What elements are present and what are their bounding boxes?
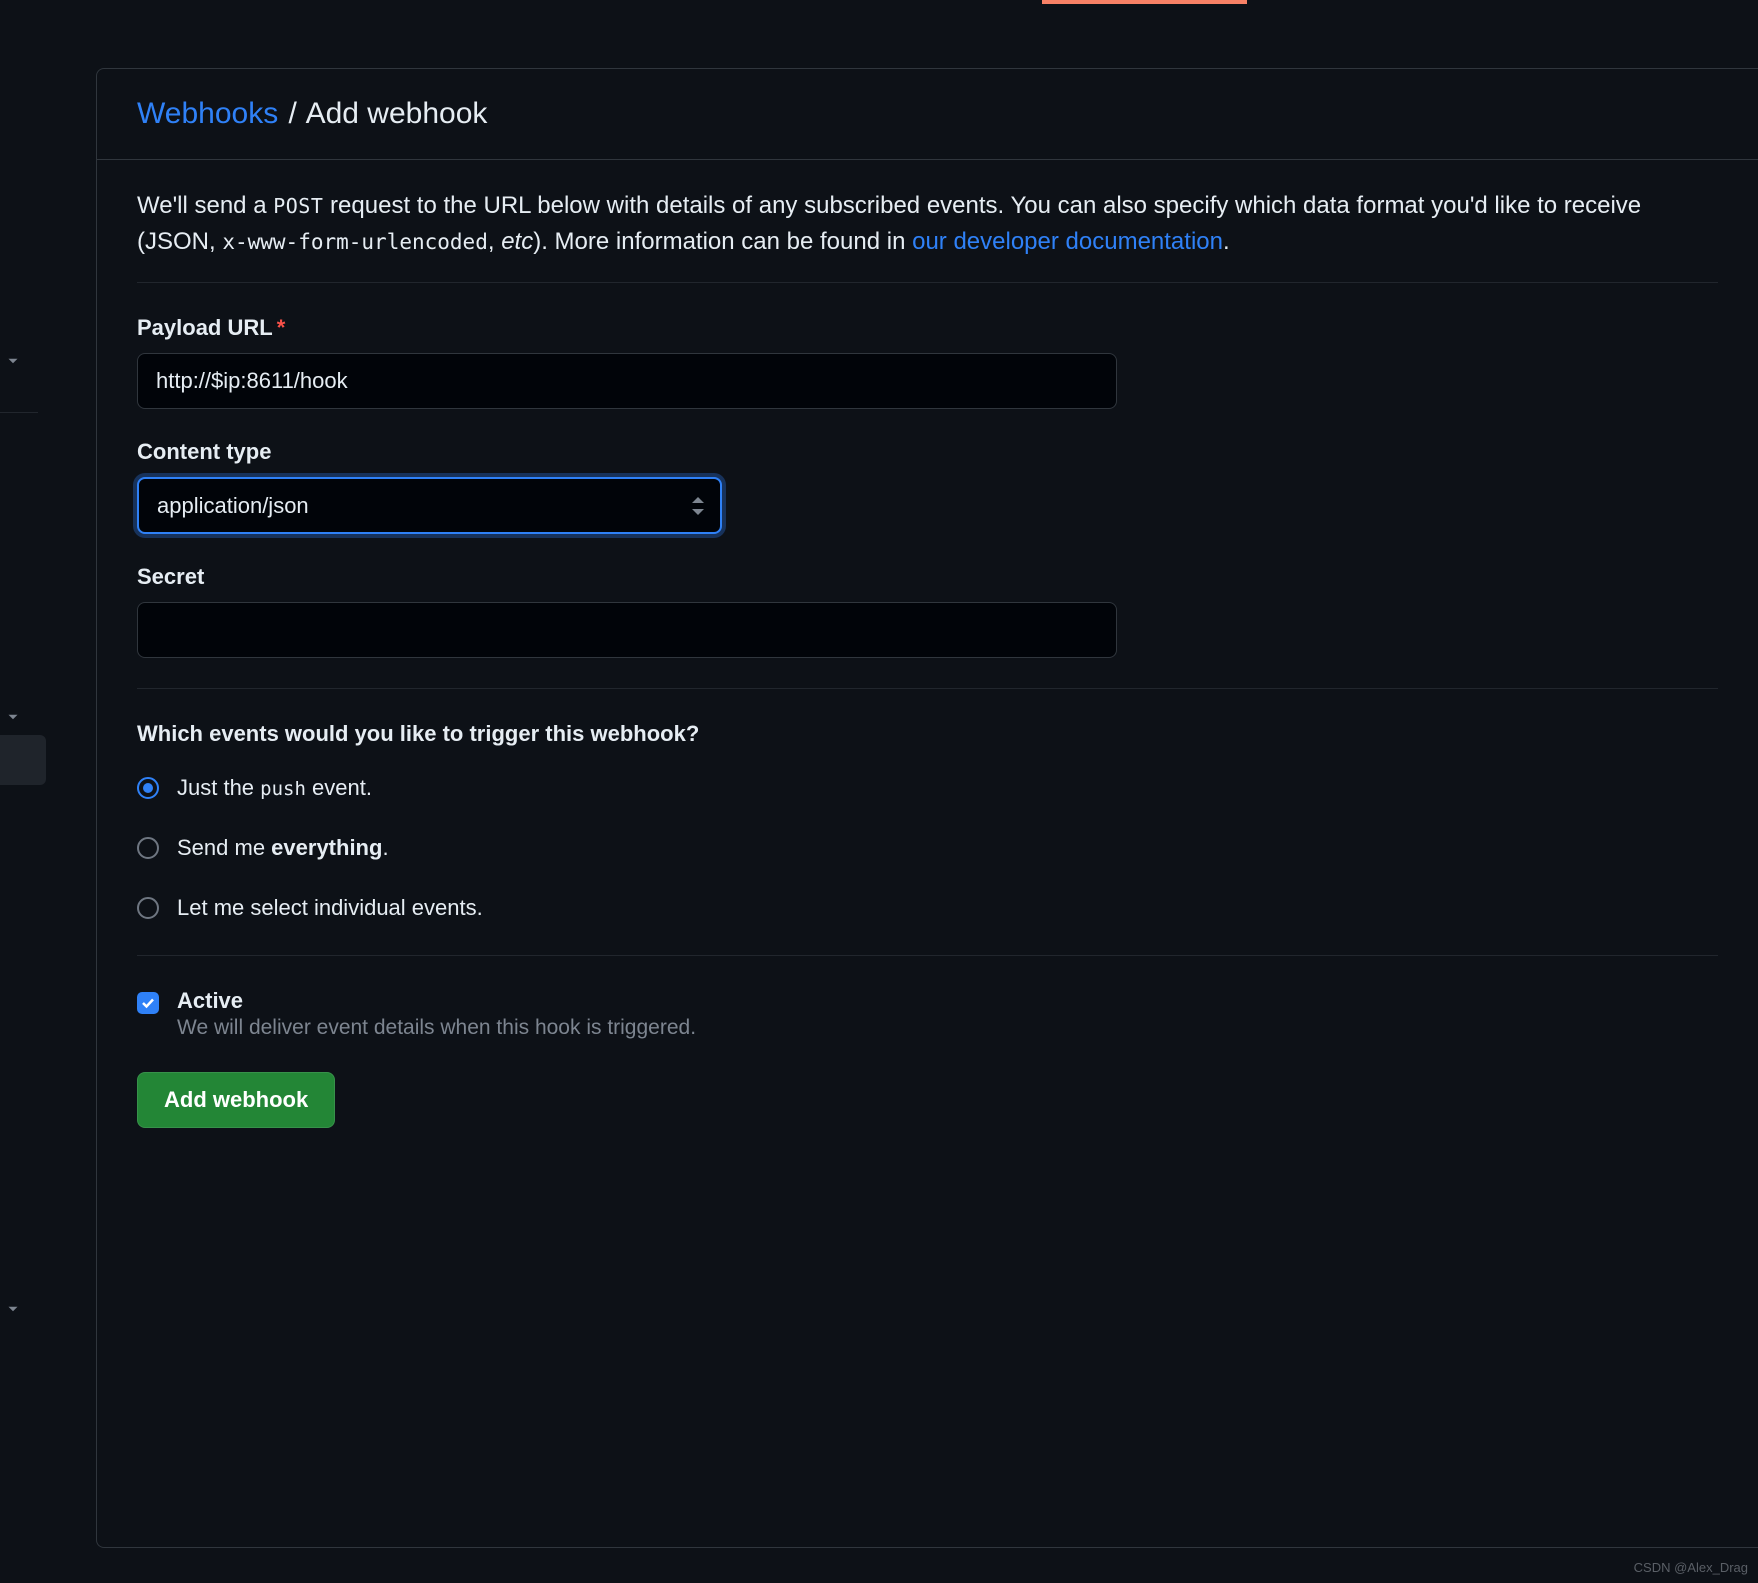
event-option-push[interactable]: Just the push event. — [137, 775, 1718, 801]
radio-label[interactable]: Just the push event. — [177, 775, 372, 801]
content-type-group: Content type application/json — [137, 439, 1718, 534]
http-method: POST — [273, 194, 323, 218]
radio-input[interactable] — [137, 897, 159, 919]
content-type-select[interactable]: application/json — [137, 477, 722, 534]
payload-url-input[interactable] — [137, 353, 1117, 409]
breadcrumb-parent-link[interactable]: Webhooks — [137, 97, 278, 130]
event-option-everything[interactable]: Send me everything. — [137, 835, 1718, 861]
secret-group: Secret — [137, 564, 1718, 658]
active-description: We will deliver event details when this … — [177, 1016, 696, 1039]
main-panel: Webhooks / Add webhook We'll send a POST… — [96, 68, 1758, 1548]
chevron-down-icon[interactable] — [4, 708, 22, 729]
radio-input[interactable] — [137, 777, 159, 799]
active-tab-indicator — [1042, 0, 1247, 4]
breadcrumb-current: Add webhook — [306, 97, 488, 130]
watermark: CSDN @Alex_Drag — [1634, 1560, 1748, 1575]
payload-url-group: Payload URL* — [137, 315, 1718, 409]
active-label: Active — [177, 988, 696, 1014]
section-divider — [137, 955, 1718, 956]
add-webhook-button[interactable]: Add webhook — [137, 1072, 335, 1128]
sidebar-fragment — [0, 0, 47, 1583]
breadcrumb: Webhooks / Add webhook — [97, 69, 1758, 160]
event-option-individual[interactable]: Let me select individual events. — [137, 895, 1718, 921]
sidebar-selected-item[interactable] — [0, 735, 46, 785]
active-checkbox[interactable] — [137, 992, 159, 1014]
secret-label: Secret — [137, 564, 1718, 590]
developer-docs-link[interactable]: our developer documentation — [912, 228, 1223, 255]
breadcrumb-separator: / — [289, 97, 297, 130]
active-text: Active We will deliver event details whe… — [177, 988, 696, 1040]
panel-body: We'll send a POST request to the URL bel… — [97, 160, 1758, 1156]
content-type-label: Content type — [137, 439, 1718, 465]
check-icon — [140, 995, 156, 1011]
active-checkbox-row[interactable]: Active We will deliver event details whe… — [137, 988, 1718, 1040]
events-heading: Which events would you like to trigger t… — [137, 721, 1718, 747]
intro-text: We'll send a POST request to the URL bel… — [137, 188, 1718, 283]
chevron-down-icon[interactable] — [4, 1300, 22, 1321]
required-asterisk: * — [277, 315, 286, 340]
top-border — [0, 0, 1758, 8]
sidebar-divider — [0, 412, 38, 413]
secret-input[interactable] — [137, 602, 1117, 658]
encoding-text: x-www-form-urlencoded — [222, 230, 488, 254]
radio-label[interactable]: Send me everything. — [177, 835, 389, 861]
chevron-down-icon[interactable] — [4, 352, 22, 373]
section-divider — [137, 688, 1718, 689]
payload-url-label: Payload URL* — [137, 315, 1718, 341]
radio-label[interactable]: Let me select individual events. — [177, 895, 483, 921]
radio-input[interactable] — [137, 837, 159, 859]
